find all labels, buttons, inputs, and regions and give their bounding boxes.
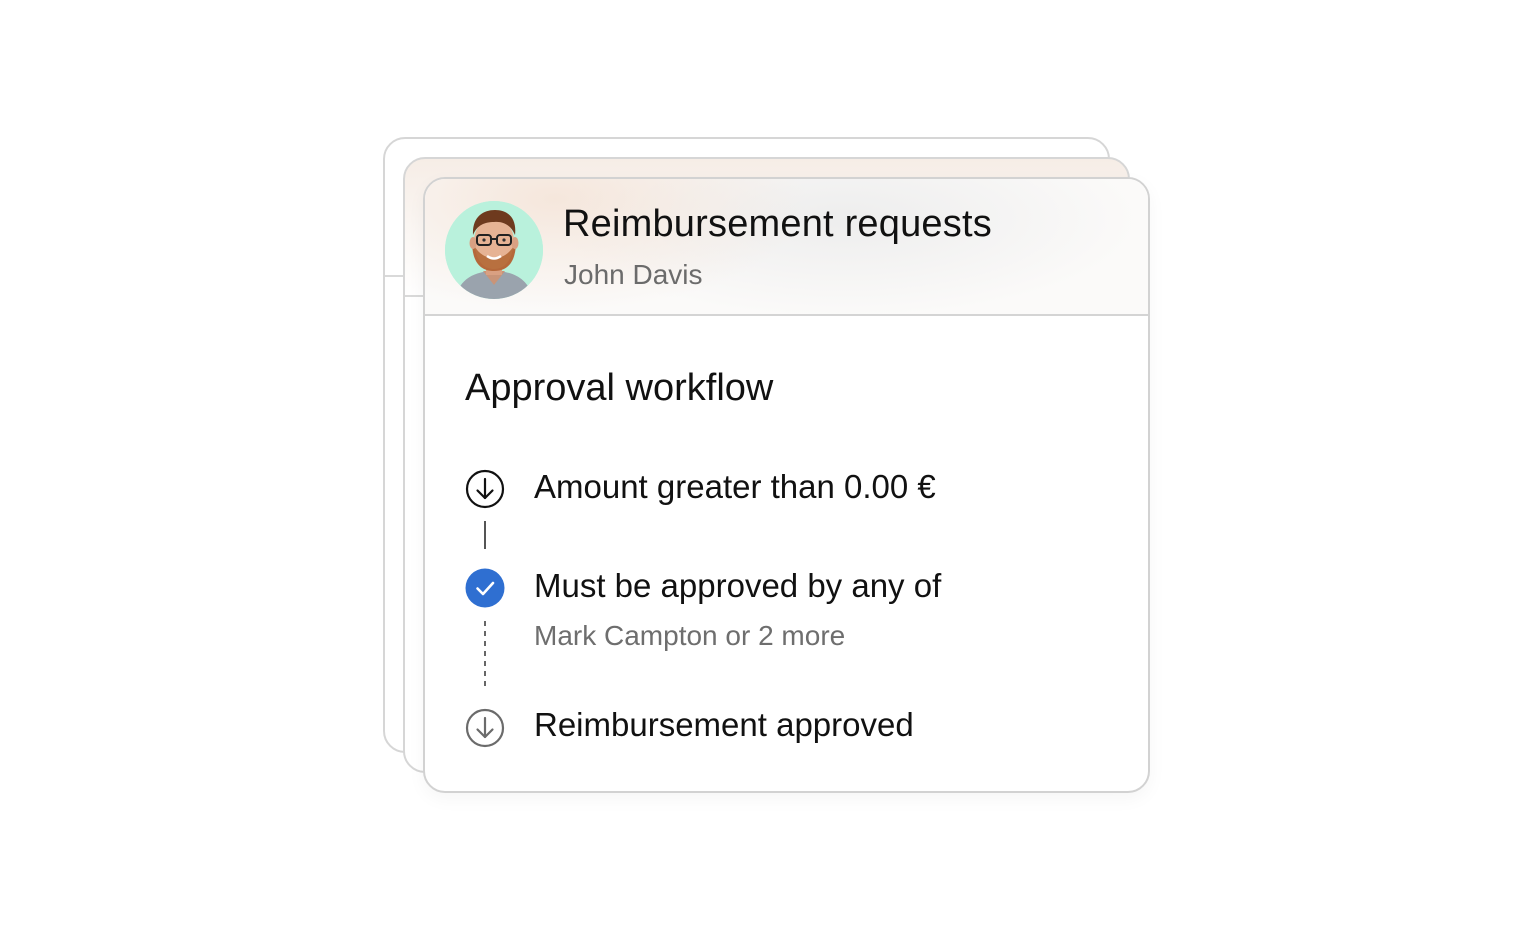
step-approval-label[interactable]: Must be approved by any of [534,567,941,605]
card-header: Reimbursement requests John Davis [425,179,1148,316]
step-approvers-link[interactable]: Mark Campton or 2 more [534,620,845,652]
step-result-label[interactable]: Reimbursement approved [534,706,914,744]
check-circle-icon [465,568,505,608]
step-connector-dotted [484,621,486,691]
workflow-title: Approval workflow [465,367,774,409]
page-title: Reimbursement requests [563,203,992,245]
arrow-down-circle-icon [465,469,505,509]
requester-name: John Davis [564,259,703,290]
avatar [445,201,543,299]
stage: Reimbursement requests John Davis Approv… [0,0,1536,928]
avatar-portrait-icon [445,201,543,299]
step-condition-label[interactable]: Amount greater than 0.00 € [534,468,936,506]
reimbursement-card[interactable]: Reimbursement requests John Davis Approv… [423,177,1150,793]
arrow-down-circle-icon [465,708,505,748]
step-connector [484,521,486,549]
